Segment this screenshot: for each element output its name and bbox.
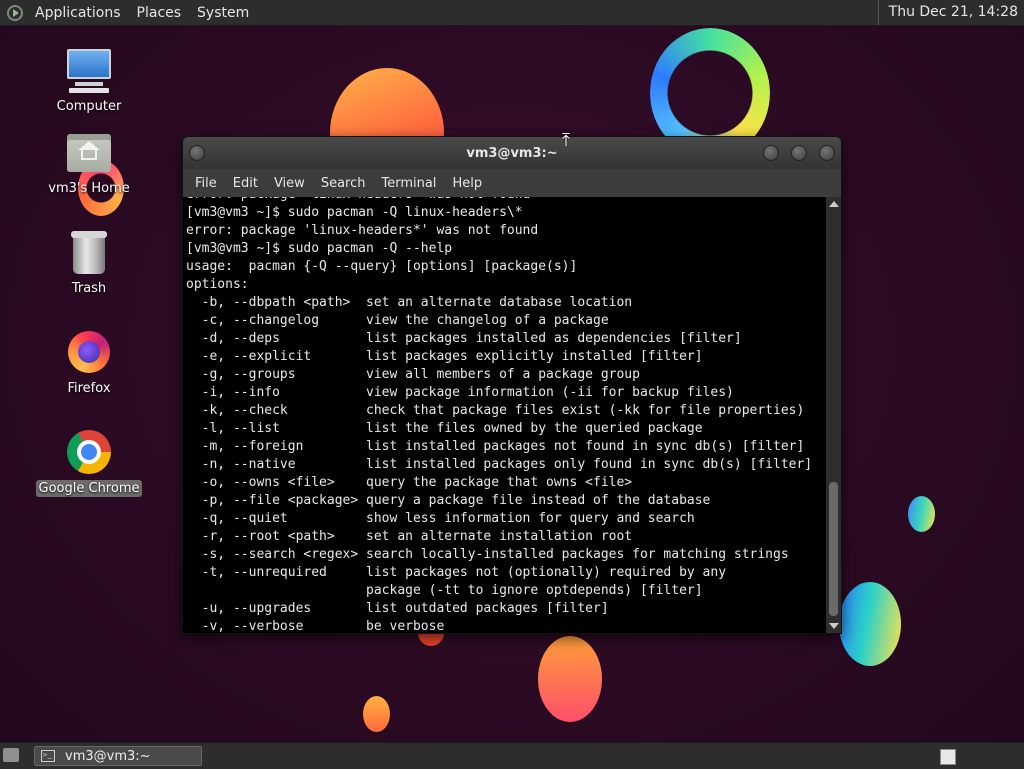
terminal-scrollbar[interactable]: [826, 197, 841, 633]
desktop-icon-chrome[interactable]: Google Chrome: [34, 428, 144, 497]
firefox-icon: [65, 328, 113, 376]
maximize-button[interactable]: [791, 145, 807, 161]
wallpaper-blob: [363, 696, 390, 732]
terminal-line: -i, --info view package information (-ii…: [186, 385, 734, 400]
trash-icon: [65, 228, 113, 276]
terminal-line: -u, --upgrades list outdated packages [f…: [186, 601, 609, 616]
terminal-output[interactable]: error: package 'linux-headers' was not f…: [183, 197, 826, 633]
wallpaper-blob: [538, 636, 602, 722]
terminal-line: usage: pacman {-Q --query} [options] [pa…: [186, 259, 578, 274]
minimize-button[interactable]: [763, 145, 779, 161]
terminal-line: -o, --owns <file> query the package that…: [186, 475, 633, 490]
menu-edit[interactable]: Edit: [225, 176, 266, 191]
terminal-line: -b, --dbpath <path> set an alternate dat…: [186, 295, 633, 310]
terminal-line: -c, --changelog view the changelog of a …: [186, 313, 609, 328]
taskbar-item-terminal[interactable]: >_ vm3@vm3:~: [34, 746, 202, 766]
menu-places[interactable]: Places: [129, 5, 190, 21]
desktop-icon-firefox[interactable]: Firefox: [34, 328, 144, 397]
desktop-icon-trash[interactable]: Trash: [34, 228, 144, 297]
terminal-window: vm3@vm3:~ File Edit View Search Terminal…: [182, 136, 842, 634]
terminal-line: package (-tt to ignore optdepends) [filt…: [186, 583, 703, 598]
scrollbar-thumb[interactable]: [829, 482, 838, 616]
desktop-icon-label: Google Chrome: [35, 480, 143, 497]
terminal-line: -k, --check check that package files exi…: [186, 403, 805, 418]
menu-terminal[interactable]: Terminal: [373, 176, 444, 191]
desktop-icon-label: Firefox: [67, 381, 111, 396]
terminal-text: error: package 'linux-headers' was not f…: [183, 197, 826, 633]
terminal-line: [vm3@vm3 ~]$ sudo pacman -Q linux-header…: [186, 205, 523, 220]
desktop-icon-label: Computer: [56, 99, 122, 114]
terminal-line: -r, --root <path> set an alternate insta…: [186, 529, 633, 544]
scroll-up-icon[interactable]: [829, 201, 839, 207]
menu-help[interactable]: Help: [444, 176, 490, 191]
home-folder-icon: [65, 128, 113, 176]
terminal-menubar: File Edit View Search Terminal Help: [183, 169, 841, 197]
menu-view[interactable]: View: [266, 176, 313, 191]
terminal-line: error: package 'linux-headers' was not f…: [186, 197, 530, 202]
terminal-line: [vm3@vm3 ~]$ sudo pacman -Q --help: [186, 241, 453, 256]
computer-icon: [65, 46, 113, 94]
menu-file[interactable]: File: [187, 176, 225, 191]
wallpaper-blob: [908, 496, 935, 532]
top-panel: Applications Places System Thu Dec 21, 1…: [0, 0, 1024, 26]
terminal-line: -v, --verbose be verbose: [186, 619, 445, 633]
window-titlebar[interactable]: vm3@vm3:~: [183, 137, 841, 169]
terminal-line: -l, --list list the files owned by the q…: [186, 421, 703, 436]
desktop-icon-label: Trash: [71, 281, 107, 296]
terminal-line: -s, --search <regex> search locally-inst…: [186, 547, 789, 562]
chrome-icon: [65, 428, 113, 476]
distro-logo-icon[interactable]: [7, 4, 23, 21]
taskbar-item-label: vm3@vm3:~: [65, 748, 151, 764]
terminal-line: error: package 'linux-headers*' was not …: [186, 223, 539, 238]
close-button[interactable]: [819, 145, 835, 161]
bottom-panel: >_ vm3@vm3:~: [0, 742, 1024, 769]
menu-search[interactable]: Search: [313, 176, 374, 191]
clock[interactable]: Thu Dec 21, 14:28: [877, 0, 1018, 25]
menu-applications[interactable]: Applications: [27, 5, 129, 21]
terminal-line: options:: [186, 277, 249, 292]
mouse-cursor-icon: ⤒: [562, 130, 570, 151]
workspace-switcher[interactable]: [940, 749, 956, 765]
terminal-line: -g, --groups view all members of a packa…: [186, 367, 640, 382]
terminal-line: -m, --foreign list installed packages no…: [186, 439, 805, 454]
terminal-line: -e, --explicit list packages explicitly …: [186, 349, 703, 364]
terminal-line: -d, --deps list packages installed as de…: [186, 331, 742, 346]
terminal-icon: >_: [41, 750, 55, 762]
wallpaper-blob: [839, 582, 901, 666]
desktop-icon-home[interactable]: vm3's Home: [34, 128, 144, 197]
terminal-line: -t, --unrequired list packages not (opti…: [186, 565, 727, 580]
scroll-down-icon[interactable]: [829, 623, 839, 629]
terminal-line: -p, --file <package> query a package fil…: [186, 493, 711, 508]
desktop-icon-computer[interactable]: Computer: [34, 46, 144, 115]
terminal-line: -q, --quiet show less information for qu…: [186, 511, 695, 526]
show-desktop-icon[interactable]: [3, 748, 19, 762]
window-title: vm3@vm3:~: [466, 145, 558, 161]
terminal-line: -n, --native list installed packages onl…: [186, 457, 813, 472]
menu-system[interactable]: System: [189, 5, 257, 21]
desktop-icon-label: vm3's Home: [48, 181, 130, 196]
